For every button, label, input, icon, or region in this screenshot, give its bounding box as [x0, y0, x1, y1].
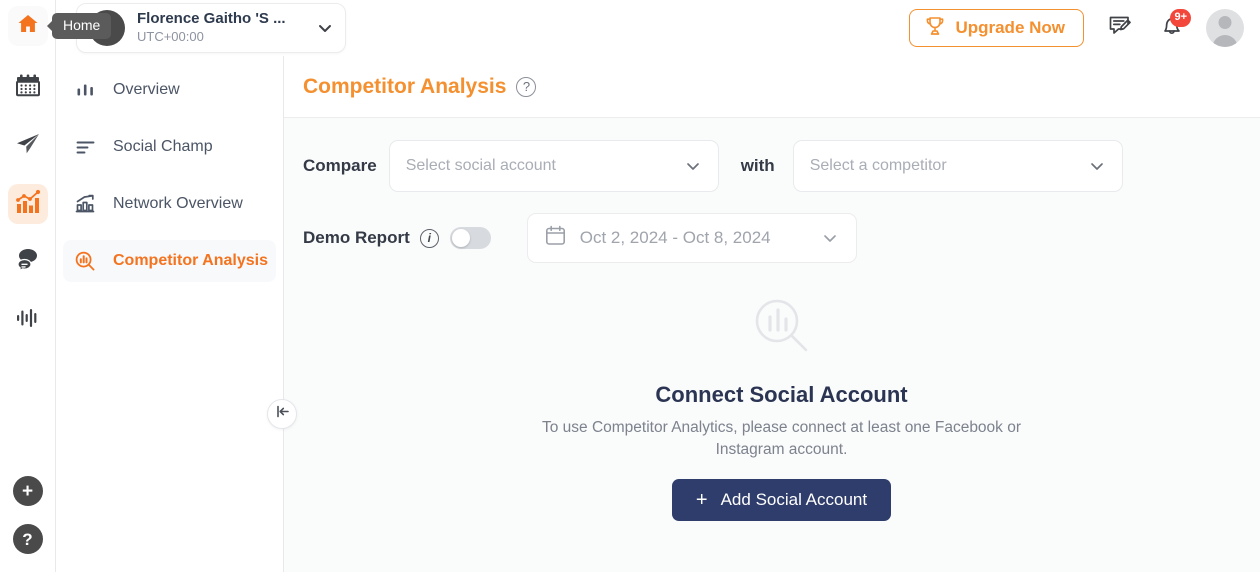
page-header: Competitor Analysis ?: [284, 56, 1260, 118]
trophy-icon: [924, 15, 946, 42]
chevron-down-icon: [1087, 156, 1107, 176]
help-button[interactable]: ?: [12, 524, 43, 554]
analytics-icon: [15, 189, 41, 220]
workspace-switcher[interactable]: F Florence Gaitho 'S ... UTC+00:00: [76, 3, 346, 53]
add-button[interactable]: +: [12, 476, 43, 506]
calendar-icon: [544, 224, 567, 252]
avatar-body: [1212, 35, 1238, 47]
send-icon: [14, 130, 42, 163]
chevron-down-icon: [683, 156, 703, 176]
chevron-down-icon: [309, 18, 335, 38]
add-social-account-button[interactable]: + Add Social Account: [671, 478, 892, 521]
app-root: + ? Home F Florence Gaitho 'S ... UTC+00…: [0, 0, 1260, 572]
avatar-head: [1218, 16, 1232, 29]
rail-item-home[interactable]: [7, 6, 48, 46]
date-range-picker[interactable]: Oct 2, 2024 - Oct 8, 2024: [526, 213, 857, 263]
rail-item-publish[interactable]: [8, 126, 48, 166]
user-avatar[interactable]: [1206, 9, 1244, 47]
plus-icon: +: [695, 488, 708, 511]
calendar-icon: [15, 73, 41, 104]
social-account-select[interactable]: Select social account: [388, 140, 719, 192]
sidebar-item-label: Social Champ: [113, 138, 213, 155]
upgrade-now-button[interactable]: Upgrade Now: [909, 9, 1084, 47]
info-icon[interactable]: i: [419, 228, 439, 248]
left-icon-rail: + ?: [0, 0, 56, 572]
chevron-down-icon: [820, 228, 840, 248]
home-icon: [16, 12, 40, 41]
rail-item-inbox[interactable]: [8, 242, 48, 282]
workspace-timezone: UTC+00:00: [137, 29, 204, 45]
sidebar-item-network-overview[interactable]: Network Overview: [63, 183, 276, 225]
demo-report-toggle[interactable]: [449, 227, 491, 249]
compare-label: Compare: [303, 156, 377, 175]
rail-item-calendar[interactable]: [8, 68, 48, 108]
empty-state: Connect Social Account To use Competitor…: [303, 295, 1260, 521]
sidebar-item-competitor-analysis[interactable]: Competitor Analysis: [63, 240, 276, 282]
demo-report-row: Demo Report i Oct 2, 2024 - Oct 8, 2024: [303, 213, 1260, 263]
monitoring-icon: [15, 305, 41, 336]
help-circle-icon[interactable]: ?: [516, 76, 537, 97]
workspace-name: Florence Gaitho 'S ...: [137, 9, 286, 27]
compose-icon: [1106, 12, 1133, 44]
notifications-button[interactable]: 9+: [1154, 9, 1191, 45]
bar-chart-icon: [74, 80, 96, 101]
rail-item-monitoring[interactable]: [8, 300, 48, 340]
topbar-actions: Upgrade Now 9+: [909, 0, 1260, 56]
toggle-knob: [451, 229, 470, 247]
competitor-select[interactable]: Select a competitor: [792, 140, 1123, 192]
social-account-placeholder: Select social account: [405, 157, 556, 174]
collapse-left-icon: [274, 403, 291, 425]
home-tooltip: Home: [52, 13, 112, 40]
main-content: Competitor Analysis ? Compare Select soc…: [284, 56, 1260, 572]
demo-report-label: Demo Report: [303, 228, 410, 247]
sidebar-item-label: Overview: [113, 81, 180, 98]
collapse-sidebar-button[interactable]: [267, 399, 297, 429]
sidebar-item-label: Network Overview: [113, 195, 243, 212]
content-body: Compare Select social account with Selec…: [284, 118, 1260, 572]
page-title: Competitor Analysis: [303, 74, 507, 98]
empty-state-description: To use Competitor Analytics, please conn…: [541, 419, 1022, 459]
with-label: with: [740, 156, 775, 175]
date-range-text: Oct 2, 2024 - Oct 8, 2024: [579, 228, 771, 247]
compare-row: Compare Select social account with Selec…: [303, 140, 1260, 192]
empty-state-title: Connect Social Account: [655, 382, 908, 407]
chart-search-empty-icon: [751, 295, 813, 362]
messages-icon: [14, 246, 42, 279]
workspace-text: Florence Gaitho 'S ... UTC+00:00: [137, 10, 309, 47]
upgrade-now-label: Upgrade Now: [955, 18, 1065, 37]
notification-badge: 9+: [1170, 9, 1191, 27]
trend-bars-icon: [74, 193, 96, 215]
sidebar-item-overview[interactable]: Overview: [63, 69, 276, 111]
sidebar-item-label: Competitor Analysis: [113, 252, 268, 269]
rail-item-analytics[interactable]: [7, 184, 48, 224]
competitor-placeholder: Select a competitor: [809, 157, 947, 174]
sidebar-item-social-champ[interactable]: Social Champ: [63, 126, 276, 168]
compose-button[interactable]: [1102, 11, 1136, 45]
add-social-account-label: Add Social Account: [720, 489, 868, 509]
secondary-sidebar: Overview Social Champ Network Overview C…: [56, 56, 284, 572]
chart-search-icon: [74, 250, 96, 272]
list-lines-icon: [74, 137, 96, 158]
